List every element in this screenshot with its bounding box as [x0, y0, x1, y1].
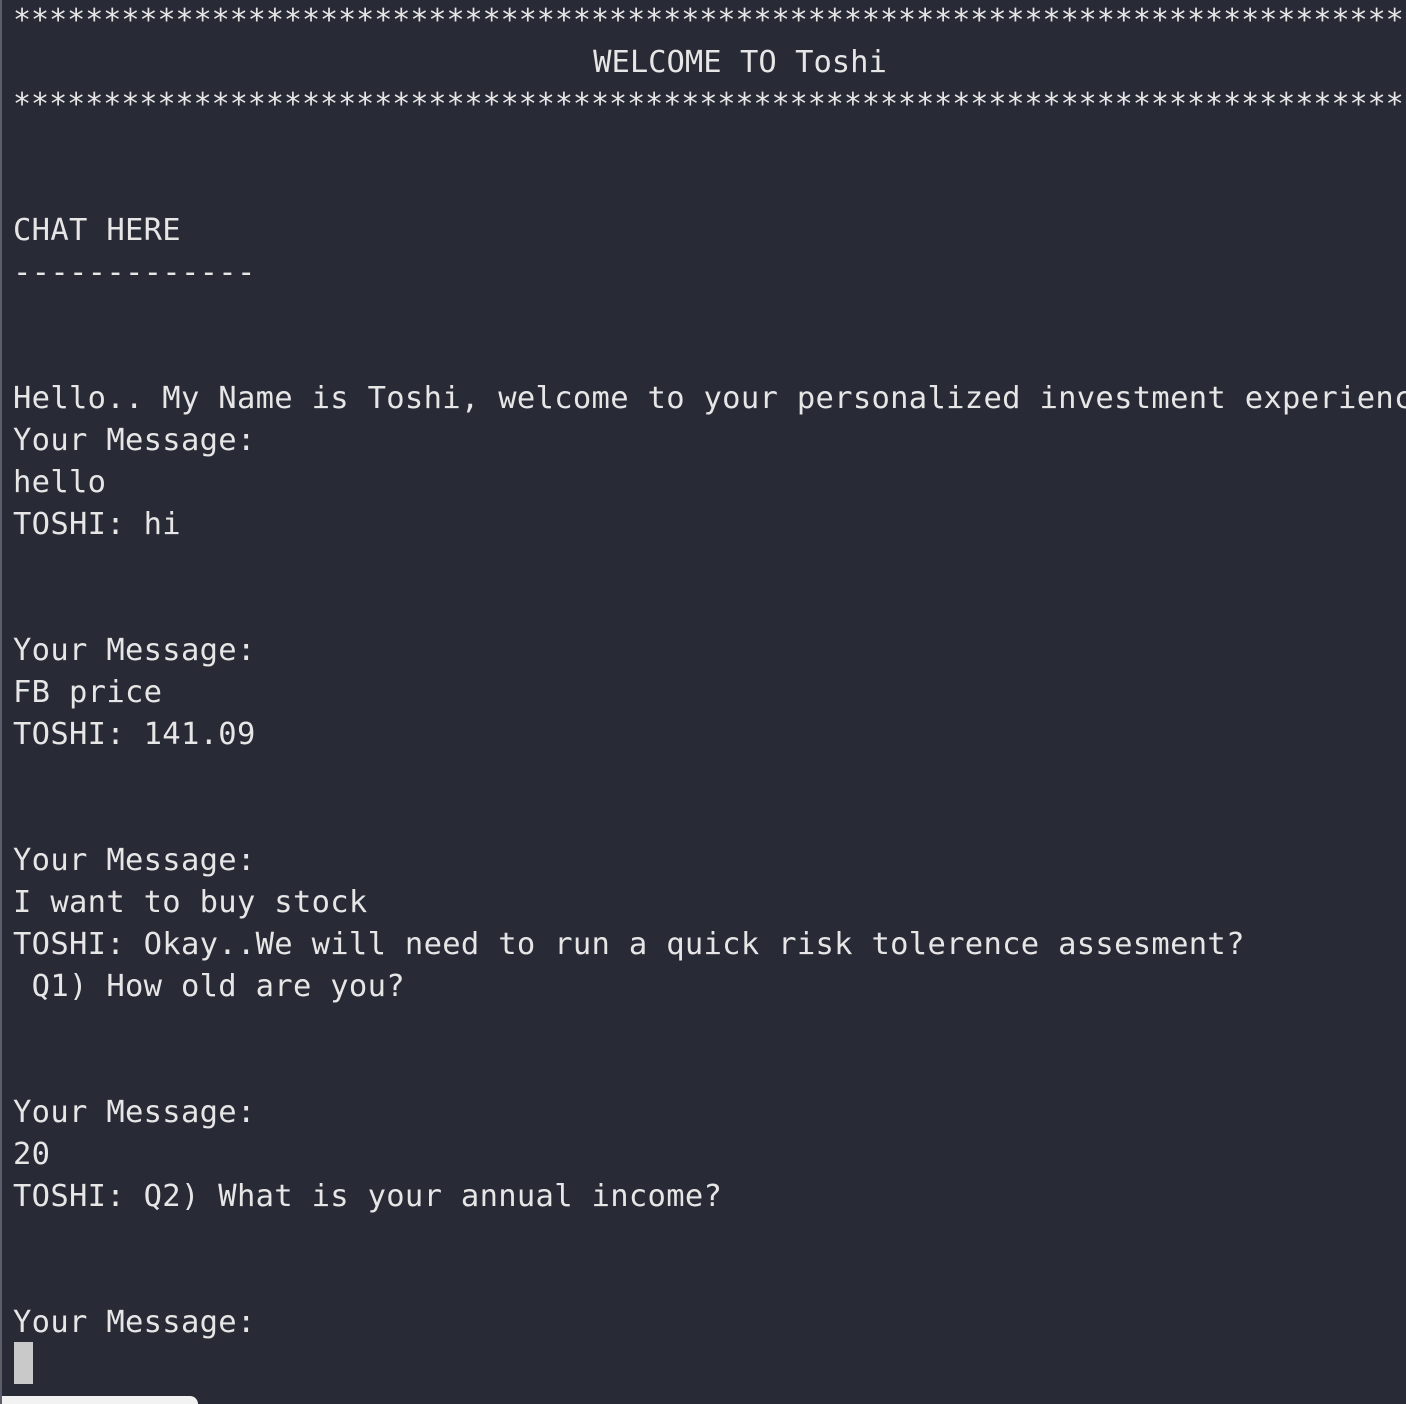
input-cursor[interactable] [14, 1342, 33, 1384]
bot-reply: TOSHI: Okay..We will need to run a quick… [13, 927, 1245, 962]
terminal-window[interactable]: ****************************************… [0, 0, 1406, 1404]
user-message: hello [13, 465, 107, 500]
bot-greeting: Hello.. My Name is Toshi, welcome to you… [13, 381, 1406, 416]
message-prompt: Your Message: [13, 843, 256, 878]
bottom-panel-tab[interactable] [2, 1396, 198, 1404]
bot-reply: TOSHI: hi [13, 507, 181, 542]
banner-title: WELCOME TO Toshi [593, 45, 887, 80]
banner-top-rule: ****************************************… [13, 3, 1406, 38]
user-message: 20 [13, 1137, 51, 1172]
message-prompt: Your Message: [13, 423, 256, 458]
message-prompt: Your Message: [13, 1095, 256, 1130]
bot-reply-continuation: Q1) How old are you? [13, 969, 405, 1004]
user-message: FB price [13, 675, 163, 710]
chat-heading-underline: ------------- [13, 255, 256, 290]
bot-reply: TOSHI: 141.09 [13, 717, 256, 752]
current-message-prompt: Your Message: [13, 1305, 256, 1340]
user-message: I want to buy stock [13, 885, 368, 920]
chat-heading: CHAT HERE [13, 213, 181, 248]
message-prompt: Your Message: [13, 633, 256, 668]
banner-bottom-rule: ****************************************… [13, 87, 1406, 122]
bot-reply: TOSHI: Q2) What is your annual income? [13, 1179, 723, 1214]
